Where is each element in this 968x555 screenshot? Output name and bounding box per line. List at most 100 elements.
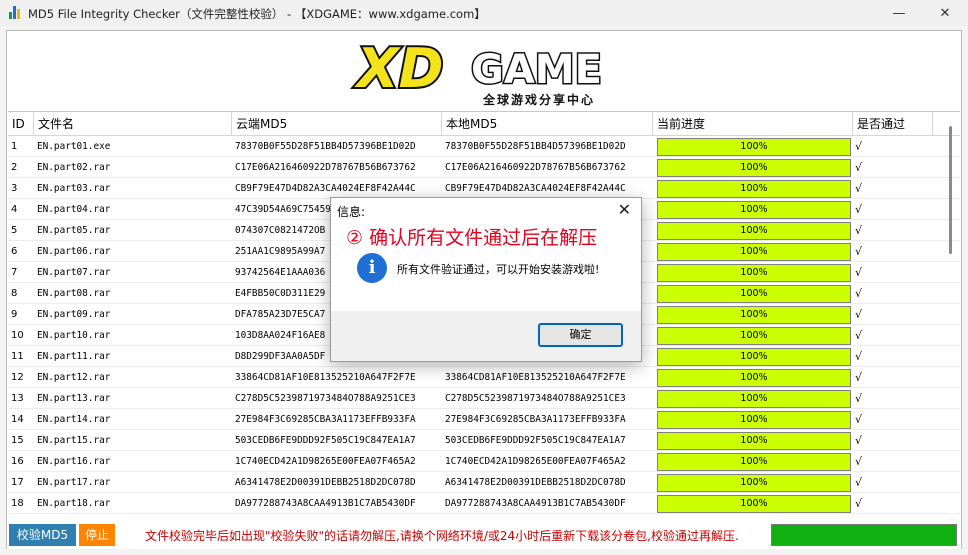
row-id: 2	[11, 162, 18, 173]
row-filename: EN.part02.rar	[37, 162, 111, 173]
xdgame-logo: XD GAME 全球游戏分享中心	[352, 35, 603, 107]
row-id: 6	[11, 246, 18, 257]
window-title: MD5 File Integrity Checker（文件完整性校验） - 【X…	[28, 7, 486, 21]
row-progress-label: 100%	[740, 141, 768, 152]
ok-button[interactable]: 确定	[538, 323, 623, 347]
row-progress-label: 100%	[740, 498, 768, 509]
row-local-md5: 27E984F3C69285CBA3A1173EFFB933FA	[445, 414, 626, 425]
row-pass-check: √	[855, 329, 863, 342]
row-progress-bar: 100%	[657, 495, 851, 513]
row-cloud-md5: 1C740ECD42A1D98265E00FEA07F465A2	[235, 456, 416, 467]
table-header: ID 文件名 云端MD5 本地MD5 当前进度 是否通过	[8, 112, 960, 136]
header-id[interactable]: ID	[8, 112, 34, 136]
instruction-annotation: ② 确认所有文件通过后在解压	[346, 227, 598, 249]
row-pass-check: √	[855, 161, 863, 174]
header-local-md5[interactable]: 本地MD5	[442, 112, 653, 136]
row-progress-bar: 100%	[657, 222, 851, 240]
table-row[interactable]: 3 EN.part03.rar CB9F79E47D4D82A3CA4024EF8F…	[8, 178, 960, 199]
row-progress-label: 100%	[740, 309, 768, 320]
row-filename: EN.part09.rar	[37, 309, 111, 320]
row-id: 14	[11, 414, 24, 425]
logo-tagline: 全球游戏分享中心	[482, 92, 595, 107]
row-progress-label: 100%	[740, 414, 768, 425]
header-cloud-md5[interactable]: 云端MD5	[232, 112, 442, 136]
row-id: 17	[11, 477, 24, 488]
row-pass-check: √	[855, 308, 863, 321]
minimize-button[interactable]: —	[876, 0, 922, 26]
header-passed[interactable]: 是否通过	[853, 112, 933, 136]
row-progress-bar: 100%	[657, 348, 851, 366]
row-progress-bar: 100%	[657, 180, 851, 198]
row-filename: EN.part16.rar	[37, 456, 111, 467]
row-local-md5: C17E06A216460922D78767B56B673762	[445, 162, 626, 173]
table-row[interactable]: 18 EN.part18.rar DA977288743A8CAA4913B1C7A…	[8, 493, 960, 514]
vertical-scrollbar[interactable]	[949, 126, 952, 254]
row-pass-check: √	[855, 287, 863, 300]
logo-letters-game: GAME	[471, 47, 602, 93]
row-cloud-md5: 78370B0F55D28F51BB4D57396BE1D02D	[235, 141, 416, 152]
table-row[interactable]: 15 EN.part15.rar 503CEDB6FE9DDD92F505C19C8…	[8, 430, 960, 451]
row-progress-label: 100%	[740, 183, 768, 194]
row-progress-label: 100%	[740, 393, 768, 404]
dialog-close-icon[interactable]: ✕	[618, 200, 631, 219]
row-id: 3	[11, 183, 18, 194]
row-id: 9	[11, 309, 18, 320]
row-pass-check: √	[855, 371, 863, 384]
row-progress-label: 100%	[740, 162, 768, 173]
row-id: 16	[11, 456, 24, 467]
row-pass-check: √	[855, 182, 863, 195]
row-pass-check: √	[855, 266, 863, 279]
table-row[interactable]: 16 EN.part16.rar 1C740ECD42A1D98265E00FEA0…	[8, 451, 960, 472]
row-progress-bar: 100%	[657, 390, 851, 408]
stop-button[interactable]: 停止	[79, 524, 115, 546]
row-cloud-md5: 33864CD81AF10E813525210A647F2F7E	[235, 372, 416, 383]
row-pass-check: √	[855, 245, 863, 258]
row-progress-bar: 100%	[657, 285, 851, 303]
row-progress-label: 100%	[740, 225, 768, 236]
row-id: 12	[11, 372, 24, 383]
row-progress-label: 100%	[740, 456, 768, 467]
table-row[interactable]: 13 EN.part13.rar C278D5C5239871973484O788A…	[8, 388, 960, 409]
row-progress-label: 100%	[740, 330, 768, 341]
overall-progress-fill	[772, 525, 956, 545]
row-id: 18	[11, 498, 24, 509]
app-chart-icon	[9, 6, 22, 19]
row-progress-label: 100%	[740, 246, 768, 257]
table-row[interactable]: 12 EN.part12.rar 33864CD81AF10E813525210A6…	[8, 367, 960, 388]
row-local-md5: DA977288743A8CAA4913B1C7AB5430DF	[445, 498, 626, 509]
table-row[interactable]: 1 EN.part01.exe 78370B0F55D28F51BB4D57396B…	[8, 136, 960, 157]
row-id: 7	[11, 267, 18, 278]
row-filename: EN.part08.rar	[37, 288, 111, 299]
row-filename: EN.part12.rar	[37, 372, 111, 383]
row-pass-check: √	[855, 413, 863, 426]
verify-md5-button[interactable]: 校验MD5	[9, 524, 76, 546]
row-cloud-md5: C278D5C5239871973484O788A9251CE3	[235, 393, 416, 404]
row-cloud-md5: 503CEDB6FE9DDD92F505C19C847EA1A7	[235, 435, 416, 446]
row-id: 1	[11, 141, 18, 152]
row-progress-bar: 100%	[657, 201, 851, 219]
close-button[interactable]: ✕	[922, 0, 968, 26]
row-filename: EN.part01.exe	[37, 141, 111, 152]
row-progress-bar: 100%	[657, 159, 851, 177]
table-row[interactable]: 2 EN.part02.rar C17E06A216460922D78767B56B…	[8, 157, 960, 178]
row-pass-check: √	[855, 455, 863, 468]
row-filename: EN.part15.rar	[37, 435, 111, 446]
dialog-footer: 确定	[331, 311, 641, 361]
row-filename: EN.part05.rar	[37, 225, 111, 236]
row-filename: EN.part13.rar	[37, 393, 111, 404]
row-progress-bar: 100%	[657, 327, 851, 345]
row-progress-bar: 100%	[657, 264, 851, 282]
header-progress[interactable]: 当前进度	[653, 112, 853, 136]
row-filename: EN.part11.rar	[37, 351, 111, 362]
header-filename[interactable]: 文件名	[34, 112, 232, 136]
row-local-md5: 33864CD81AF10E813525210A647F2F7E	[445, 372, 626, 383]
overall-progress-bar	[771, 524, 957, 546]
table-row[interactable]: 17 EN.part17.rar A6341478E2D00391DEBB2518D…	[8, 472, 960, 493]
row-progress-bar: 100%	[657, 369, 851, 387]
row-progress-label: 100%	[740, 351, 768, 362]
table-row[interactable]: 14 EN.part14.rar 27E984F3C69285CBA3A1173EF…	[8, 409, 960, 430]
dialog-message: 所有文件验证通过，可以开始安装游戏啦!	[397, 263, 600, 276]
row-filename: EN.part10.rar	[37, 330, 111, 341]
info-icon: i	[357, 253, 387, 283]
row-pass-check: √	[855, 350, 863, 363]
